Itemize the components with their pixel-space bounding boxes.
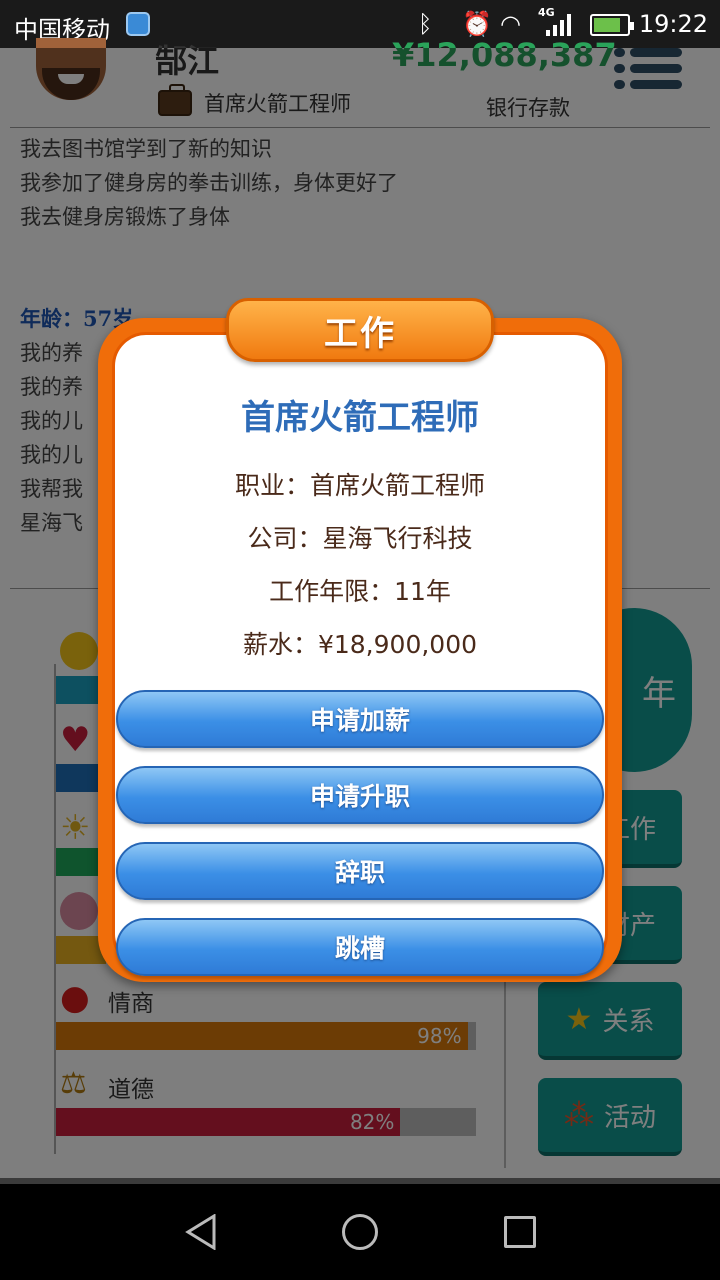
change-job-button[interactable]: 跳槽 — [116, 918, 604, 976]
bluetooth-icon: ᛒ — [418, 10, 433, 38]
navigation-bar — [0, 1184, 720, 1280]
recent-apps-icon[interactable] — [504, 1216, 536, 1248]
dialog-title: 首席火箭工程师 — [241, 398, 479, 438]
resign-button[interactable]: 辞职 — [116, 842, 604, 900]
dialog-tab-title: 工作 — [324, 313, 396, 354]
occupation-text: 职业：首席火箭工程师 — [234, 471, 485, 500]
wifi-icon: ◠ — [500, 10, 521, 38]
battery-icon — [590, 14, 634, 36]
notification-icon — [126, 12, 150, 36]
request-promotion-button[interactable]: 申请升职 — [116, 766, 604, 824]
clock: 19:22 — [638, 10, 708, 38]
request-raise-button[interactable]: 申请加薪 — [116, 690, 604, 748]
company-text: 公司：星海飞行科技 — [247, 524, 473, 553]
dialog-header-tab: 工作 — [226, 298, 494, 362]
years-text: 工作年限：11年 — [269, 577, 451, 606]
signal-icon — [546, 14, 571, 36]
back-icon[interactable] — [184, 1214, 218, 1250]
alarm-icon: ⏰ — [462, 10, 492, 38]
salary-text: 薪水：¥18,900,000 — [242, 630, 478, 659]
home-icon[interactable] — [342, 1214, 378, 1250]
